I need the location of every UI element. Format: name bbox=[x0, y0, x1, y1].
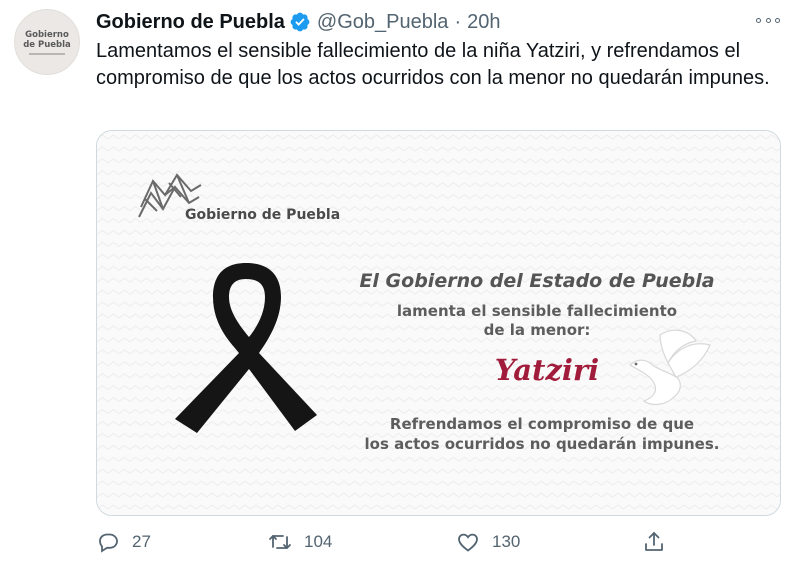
more-dot bbox=[756, 17, 761, 23]
card-closing: Refrendamos el compromiso de que los act… bbox=[352, 414, 732, 454]
more-dot bbox=[765, 17, 771, 23]
more-dot bbox=[775, 17, 780, 23]
reply-count: 27 bbox=[132, 532, 151, 551]
ribbon-icon bbox=[175, 263, 317, 433]
avatar-line-2: de Puebla bbox=[23, 39, 71, 50]
avatar-underline bbox=[29, 52, 65, 55]
like-button[interactable]: 130 bbox=[456, 528, 520, 556]
card-closing-2: los actos ocurridos no quedarán impunes. bbox=[364, 435, 720, 453]
reply-button[interactable]: 27 bbox=[96, 528, 151, 556]
tweet-header: Gobierno de Puebla @Gob_Puebla · 20h bbox=[96, 9, 500, 35]
avatar-line-1: Gobierno bbox=[25, 29, 69, 40]
card-closing-1: Refrendamos el compromiso de que bbox=[389, 415, 695, 433]
reply-icon bbox=[99, 533, 118, 553]
avatar[interactable]: Gobierno de Puebla bbox=[14, 9, 80, 75]
more-icon[interactable] bbox=[756, 14, 780, 26]
retweet-icon bbox=[269, 535, 291, 549]
like-count: 130 bbox=[492, 532, 521, 551]
dove-icon bbox=[629, 329, 711, 406]
display-name[interactable]: Gobierno de Puebla bbox=[96, 11, 285, 34]
separator-dot: · bbox=[454, 10, 462, 33]
retweet-button[interactable]: 104 bbox=[268, 528, 332, 556]
media-card[interactable]: Gobierno de Puebla El Gobierno del Estad… bbox=[96, 130, 781, 516]
card-name: Yatziri bbox=[494, 353, 600, 387]
share-icon bbox=[645, 532, 663, 551]
card-logo-text: Gobierno de Puebla bbox=[185, 207, 341, 223]
action-bar: 27 104 130 bbox=[96, 528, 696, 556]
verified-icon bbox=[289, 11, 311, 33]
handle[interactable]: @Gob_Puebla bbox=[317, 11, 449, 34]
retweet-count: 104 bbox=[304, 532, 333, 551]
like-icon bbox=[458, 533, 478, 552]
timestamp[interactable]: 20h bbox=[467, 11, 500, 34]
card-subline-1: lamenta el sensible fallecimiento bbox=[396, 302, 678, 320]
tweet[interactable]: Gobierno de Puebla Gobierno de Puebla @G… bbox=[0, 0, 800, 576]
tweet-text: Lamentamos el sensible fallecimiento de … bbox=[96, 40, 770, 89]
card-headline: El Gobierno del Estado de Puebla bbox=[359, 270, 715, 292]
share-button[interactable] bbox=[642, 528, 666, 556]
